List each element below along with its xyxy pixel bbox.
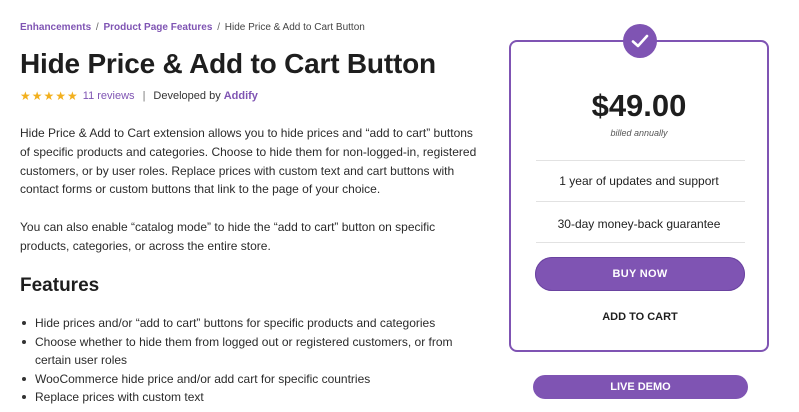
divider xyxy=(536,160,745,161)
features-list: Hide prices and/or “add to cart” buttons… xyxy=(20,314,480,407)
breadcrumb-current: Hide Price & Add to Cart Button xyxy=(224,22,365,33)
checkmark-icon xyxy=(623,24,657,58)
features-list-item: WooCommerce hide price and/or add cart f… xyxy=(20,370,480,389)
features-list-item: Choose whether to hide them from logged … xyxy=(20,333,480,370)
page-title: Hide Price & Add to Cart Button xyxy=(20,48,436,79)
live-demo-button[interactable]: LIVE DEMO xyxy=(533,375,748,399)
price: $49.00 xyxy=(591,88,687,123)
breadcrumb-link-enhancements[interactable]: Enhancements xyxy=(20,22,91,33)
buy-now-button[interactable]: BUY NOW xyxy=(535,257,745,291)
meta-divider: | xyxy=(142,90,146,102)
developer-link[interactable]: Addify xyxy=(224,90,258,102)
description-paragraph-1: Hide Price & Add to Cart extension allow… xyxy=(20,126,477,197)
breadcrumb-separator: / xyxy=(95,22,99,33)
reviews-link[interactable]: 11 reviews xyxy=(83,90,135,102)
features-heading: Features xyxy=(20,275,100,296)
star-rating-icon: ★★★★★ xyxy=(20,89,79,103)
breadcrumb-link-product-page-features[interactable]: Product Page Features xyxy=(103,22,212,33)
breadcrumb: Enhancements / Product Page Features / H… xyxy=(20,22,365,33)
billing-period: billed annually xyxy=(610,128,668,138)
features-list-item: Hide prices and/or “add to cart” buttons… xyxy=(20,314,480,333)
breadcrumb-separator: / xyxy=(217,22,220,33)
checkmark-icon-glyph xyxy=(631,34,649,48)
money-back-text: 30-day money-back guarantee xyxy=(557,217,721,231)
updates-support-text: 1 year of updates and support xyxy=(559,174,719,188)
add-to-cart-button[interactable]: ADD TO CART xyxy=(535,306,745,328)
product-meta: ★★★★★ 11 reviews | Developed by Addify xyxy=(20,89,258,103)
developed-by-label: Developed by xyxy=(153,90,221,102)
divider xyxy=(536,242,745,243)
description-paragraph-2: You can also enable “catalog mode” to hi… xyxy=(20,220,436,253)
divider xyxy=(536,201,745,202)
features-list-item: Replace prices with custom text xyxy=(20,388,480,407)
